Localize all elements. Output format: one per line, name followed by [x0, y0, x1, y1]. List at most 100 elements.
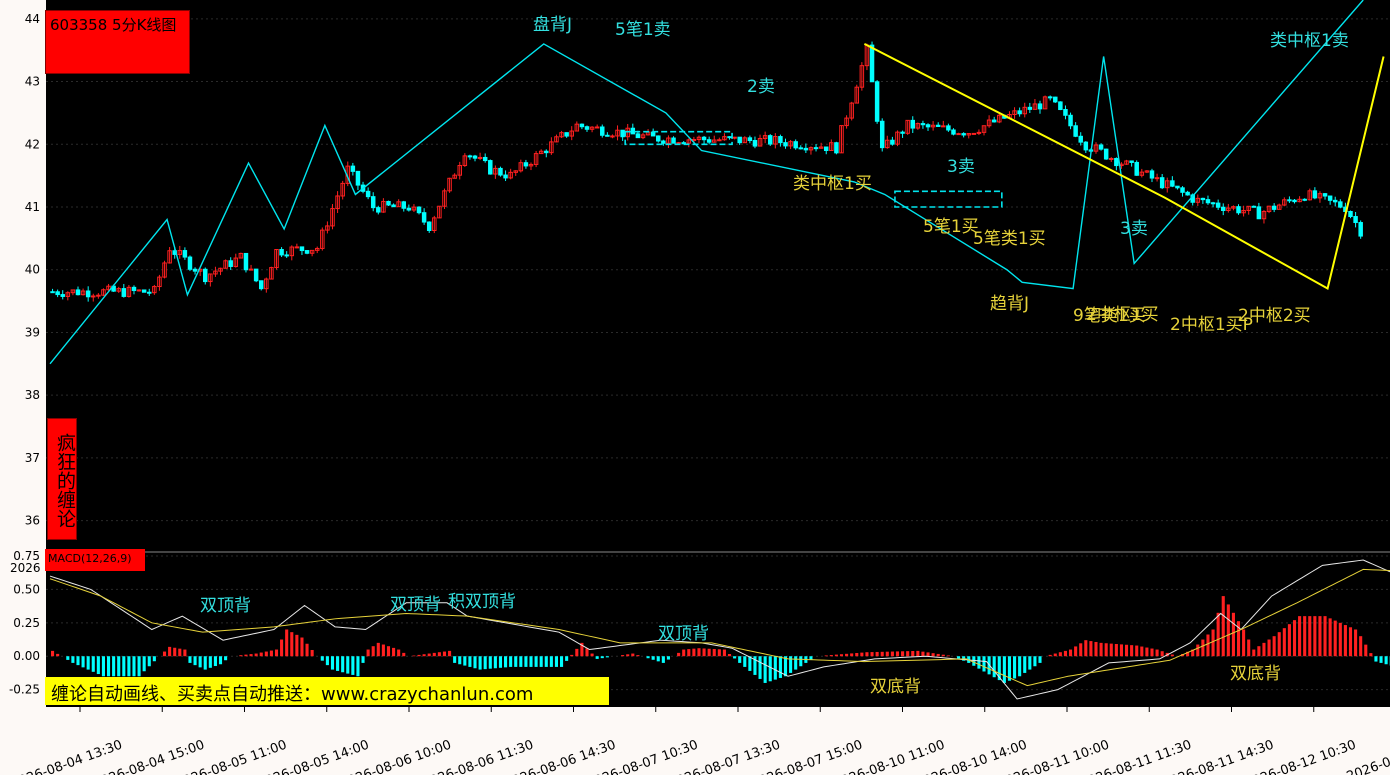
macd-histogram-bar [488, 656, 492, 669]
candle-body [1017, 110, 1022, 115]
macd-histogram-bar [946, 655, 950, 657]
candle-body [961, 133, 966, 136]
candle-body [951, 129, 956, 135]
macd-histogram-bar [1119, 644, 1123, 657]
macd-histogram-bar [254, 653, 258, 657]
price-tick-label: 36 [25, 514, 40, 528]
candle-body [1205, 199, 1211, 204]
macd-histogram-bar [570, 654, 574, 657]
macd-tick-label: -0.25 [9, 683, 40, 697]
signal-annotation: 类中枢1买 [793, 174, 872, 194]
macd-histogram-bar [712, 649, 716, 657]
macd-histogram-bar [1242, 629, 1246, 657]
candle-body [1170, 180, 1175, 187]
macd-histogram-bar [1048, 654, 1052, 657]
macd-histogram-bar [117, 656, 121, 677]
candle-body [91, 295, 96, 298]
macd-histogram-bar [310, 649, 314, 657]
candle-body [1109, 157, 1114, 160]
candle-body [778, 136, 783, 144]
candle-body [96, 294, 101, 297]
macd-histogram-bar [1196, 644, 1200, 657]
macd-histogram-bar [631, 653, 635, 657]
candle-body [752, 140, 758, 147]
macd-histogram-bar [1063, 650, 1067, 657]
candle-body [946, 125, 951, 131]
macd-histogram-bar [697, 648, 701, 657]
candle-body [661, 140, 666, 144]
candle-body [284, 254, 289, 257]
macd-histogram-bar [320, 656, 324, 661]
macd-histogram-bar [71, 656, 75, 663]
macd-histogram-bar [1211, 629, 1215, 657]
candle-body [584, 126, 590, 130]
candle-body [1251, 205, 1257, 208]
candle-body [192, 268, 198, 272]
macd-histogram-bar [1089, 641, 1093, 657]
macd-histogram-bar [1145, 647, 1149, 657]
promo-banner: 缠论自动画线、买卖点自动推送：www.crazychanlun.com [45, 677, 609, 705]
macd-histogram-bar [651, 656, 655, 660]
macd-histogram-bar [397, 649, 401, 657]
candle-body [1236, 206, 1241, 214]
macd-histogram-bar [285, 629, 289, 657]
macd-histogram-bar [290, 632, 294, 657]
time-tick-label: 2026-08-04 13:30 [9, 738, 124, 775]
candle-body [706, 139, 712, 143]
macd-histogram-bar [1201, 639, 1205, 657]
macd-histogram-bar [534, 656, 538, 667]
macd-histogram-bar [1084, 640, 1088, 657]
candle-body [630, 127, 636, 135]
macd-histogram-bar [173, 647, 177, 657]
candle-body [391, 204, 396, 208]
macd-histogram-bar [941, 654, 945, 657]
macd-histogram-bar [371, 646, 375, 657]
macd-histogram-bar [982, 656, 986, 672]
macd-histogram-bar [269, 650, 273, 657]
macd-histogram-bar [1018, 656, 1022, 677]
candle-body [1332, 199, 1338, 203]
macd-histogram-bar [137, 656, 141, 677]
candle-body [1353, 216, 1358, 224]
price-tick-label: 44 [25, 12, 40, 26]
macd-histogram-bar [1155, 649, 1159, 657]
candle-body [1292, 199, 1297, 203]
macd-histogram-bar [1292, 620, 1297, 657]
macd-histogram-bar [1257, 646, 1261, 657]
macd-histogram-bar [1135, 645, 1139, 657]
macd-histogram-bar [198, 656, 202, 668]
macd-histogram-bar [1150, 648, 1154, 657]
macd-histogram-bar [1109, 643, 1113, 657]
macd-histogram-bar [738, 656, 742, 663]
macd-histogram-bar [448, 650, 452, 657]
candle-body [935, 124, 941, 127]
macd-annotation: 双底背 [870, 677, 921, 697]
macd-histogram-bar [565, 656, 569, 661]
macd-histogram-bar [992, 656, 996, 678]
macd-histogram-bar [142, 656, 146, 672]
macd-histogram-bar [1038, 656, 1042, 663]
macd-histogram-bar [768, 656, 772, 682]
macd-histogram-bar [1369, 653, 1373, 657]
candle-body [482, 156, 488, 162]
macd-histogram-bar [1114, 644, 1118, 657]
macd-histogram-bar [96, 656, 100, 675]
macd-histogram-bar [437, 652, 441, 657]
candle-body [187, 256, 193, 270]
macd-histogram-bar [1348, 627, 1353, 657]
candle-body [136, 289, 142, 292]
macd-histogram-bar [1262, 642, 1266, 657]
macd-histogram-bar [758, 656, 762, 679]
macd-histogram-bar [834, 654, 838, 657]
candle-body [564, 132, 569, 137]
macd-histogram-bar [1058, 652, 1062, 657]
macd-histogram-bar [885, 651, 889, 657]
macd-histogram-bar [152, 656, 156, 662]
candle-body [182, 250, 188, 258]
candle-body [610, 135, 615, 138]
candle-body [1271, 205, 1277, 210]
price-tick-label: 43 [25, 75, 40, 89]
candle-body [1200, 197, 1206, 201]
candle-body [253, 268, 259, 282]
macd-histogram-bar [376, 642, 380, 657]
